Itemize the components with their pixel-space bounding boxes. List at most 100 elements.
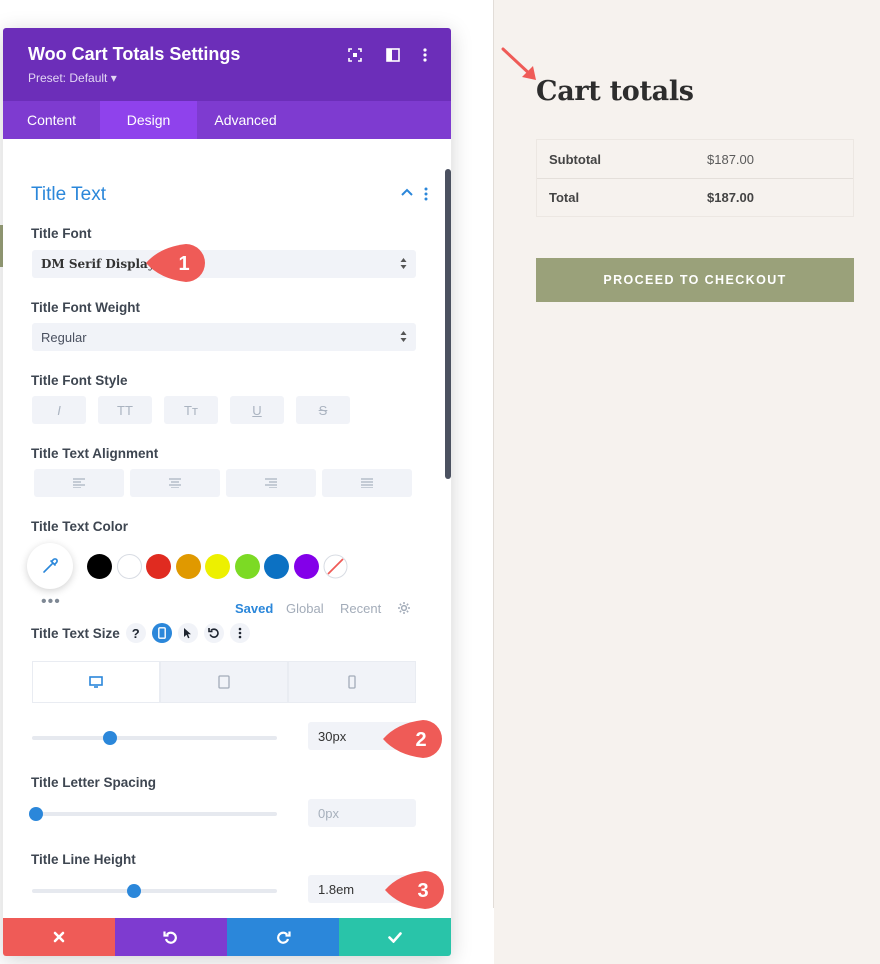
swatch-green[interactable] <box>235 554 260 579</box>
panel-scrollbar[interactable] <box>445 169 451 479</box>
tablet-icon <box>218 675 230 689</box>
strikethrough-button[interactable]: S <box>296 396 350 424</box>
title-text-size-label: Title Text Size <box>31 625 120 641</box>
undo-icon <box>163 931 177 944</box>
hover-cursor-icon[interactable] <box>177 623 198 643</box>
italic-button[interactable]: I <box>32 396 86 424</box>
phone-icon <box>348 675 356 689</box>
swatch-red[interactable] <box>146 554 171 579</box>
table-row: Subtotal $187.00 <box>537 140 853 178</box>
align-center-icon <box>169 478 181 488</box>
section-divider <box>493 0 494 908</box>
alignment-buttons <box>34 469 412 497</box>
callout-badge: 1 <box>146 244 205 282</box>
table-row: Total $187.00 <box>537 178 853 216</box>
title-line-height-slider[interactable] <box>32 884 277 898</box>
title-text-color-label: Title Text Color <box>31 519 129 534</box>
redo-icon <box>277 931 291 944</box>
cancel-button[interactable] <box>3 918 115 956</box>
select-value: DM Serif Display <box>41 257 155 271</box>
panel-body: Title Text Title Font DM Serif Display T… <box>3 139 451 918</box>
preset-dropdown[interactable]: Preset: Default ▾ <box>28 71 117 85</box>
row-value: $187.00 <box>707 190 754 205</box>
tablet-tab[interactable] <box>160 661 288 703</box>
expand-icon[interactable] <box>344 44 366 66</box>
swatch-blue[interactable] <box>264 554 289 579</box>
saved-colors-link[interactable]: Saved <box>235 601 273 616</box>
section-more-icon[interactable] <box>424 187 428 201</box>
uppercase-button[interactable]: TT <box>98 396 152 424</box>
align-justify-button[interactable] <box>322 469 412 497</box>
help-icon[interactable]: ? <box>125 623 146 643</box>
field-more-icon[interactable] <box>229 623 250 643</box>
align-right-button[interactable] <box>226 469 316 497</box>
tab-design[interactable]: Design <box>100 101 197 139</box>
settings-panel: Woo Cart Totals Settings Preset: Default… <box>3 28 451 956</box>
svg-text:1: 1 <box>178 253 189 275</box>
title-letter-spacing-slider[interactable] <box>29 807 277 821</box>
responsive-toggle-icon[interactable] <box>151 623 172 643</box>
device-tabs <box>32 661 416 703</box>
title-font-weight-select[interactable]: Regular <box>32 323 416 351</box>
align-left-button[interactable] <box>34 469 124 497</box>
select-arrows-icon <box>400 331 407 342</box>
title-line-height-label: Title Line Height <box>31 852 136 867</box>
capitalize-button[interactable]: Tт <box>164 396 218 424</box>
title-font-weight-label: Title Font Weight <box>31 300 140 315</box>
eyedropper-icon <box>43 558 58 573</box>
title-text-size-row: Title Text Size ? <box>31 623 250 643</box>
underline-button[interactable]: U <box>230 396 284 424</box>
check-icon <box>388 931 402 943</box>
align-center-button[interactable] <box>130 469 220 497</box>
swatch-orange[interactable] <box>176 554 201 579</box>
slider-knob[interactable] <box>29 807 43 821</box>
phone-tab[interactable] <box>288 661 416 703</box>
more-options-icon[interactable] <box>414 44 436 66</box>
swatch-white[interactable] <box>117 554 142 579</box>
gear-icon[interactable] <box>397 601 411 615</box>
title-font-select[interactable]: DM Serif Display <box>32 250 416 278</box>
cart-totals-table: Subtotal $187.00 Total $187.00 <box>536 139 854 217</box>
select-value: Regular <box>41 329 87 345</box>
close-icon <box>53 931 65 943</box>
proceed-to-checkout-button[interactable]: PROCEED TO CHECKOUT <box>536 258 854 302</box>
cart-totals-title: Cart totals <box>536 76 694 107</box>
section-title[interactable]: Title Text <box>31 184 106 206</box>
callout-badge: 3 <box>385 871 444 909</box>
swatch-purple[interactable] <box>294 554 319 579</box>
slider-knob[interactable] <box>102 731 117 745</box>
save-button[interactable] <box>339 918 451 956</box>
desktop-tab[interactable] <box>32 661 160 703</box>
split-view-icon[interactable] <box>382 44 404 66</box>
chevron-up-icon[interactable] <box>401 188 413 196</box>
global-colors-link[interactable]: Global <box>286 601 324 616</box>
redo-button[interactable] <box>227 918 339 956</box>
svg-text:2: 2 <box>415 729 426 751</box>
slider-knob[interactable] <box>127 884 141 898</box>
desktop-icon <box>89 676 103 688</box>
swatch-yellow[interactable] <box>205 554 230 579</box>
font-style-buttons: I TT Tт U S <box>32 396 350 424</box>
swatch-black[interactable] <box>87 554 112 579</box>
more-colors-icon[interactable]: ••• <box>41 593 61 611</box>
title-letter-spacing-label: Title Letter Spacing <box>31 775 157 790</box>
title-text-alignment-label: Title Text Alignment <box>31 446 159 461</box>
svg-text:3: 3 <box>417 880 428 902</box>
tab-advanced[interactable]: Advanced <box>197 101 294 139</box>
title-letter-spacing-input[interactable]: 0px <box>308 799 416 827</box>
no-color-icon[interactable] <box>323 554 348 579</box>
panel-footer <box>3 918 451 956</box>
align-right-icon <box>265 478 277 488</box>
row-label: Subtotal <box>549 151 601 167</box>
color-picker-button[interactable] <box>27 543 73 589</box>
panel-title: Woo Cart Totals Settings <box>28 44 241 64</box>
select-arrows-icon <box>400 258 407 269</box>
undo-button[interactable] <box>115 918 227 956</box>
recent-colors-link[interactable]: Recent <box>340 601 381 616</box>
align-left-icon <box>73 478 85 488</box>
tab-content[interactable]: Content <box>3 101 100 139</box>
panel-tabs: Content Design Advanced <box>3 101 451 139</box>
title-text-size-slider[interactable] <box>32 731 277 745</box>
reset-icon[interactable] <box>203 623 224 643</box>
row-label: Total <box>549 190 580 205</box>
